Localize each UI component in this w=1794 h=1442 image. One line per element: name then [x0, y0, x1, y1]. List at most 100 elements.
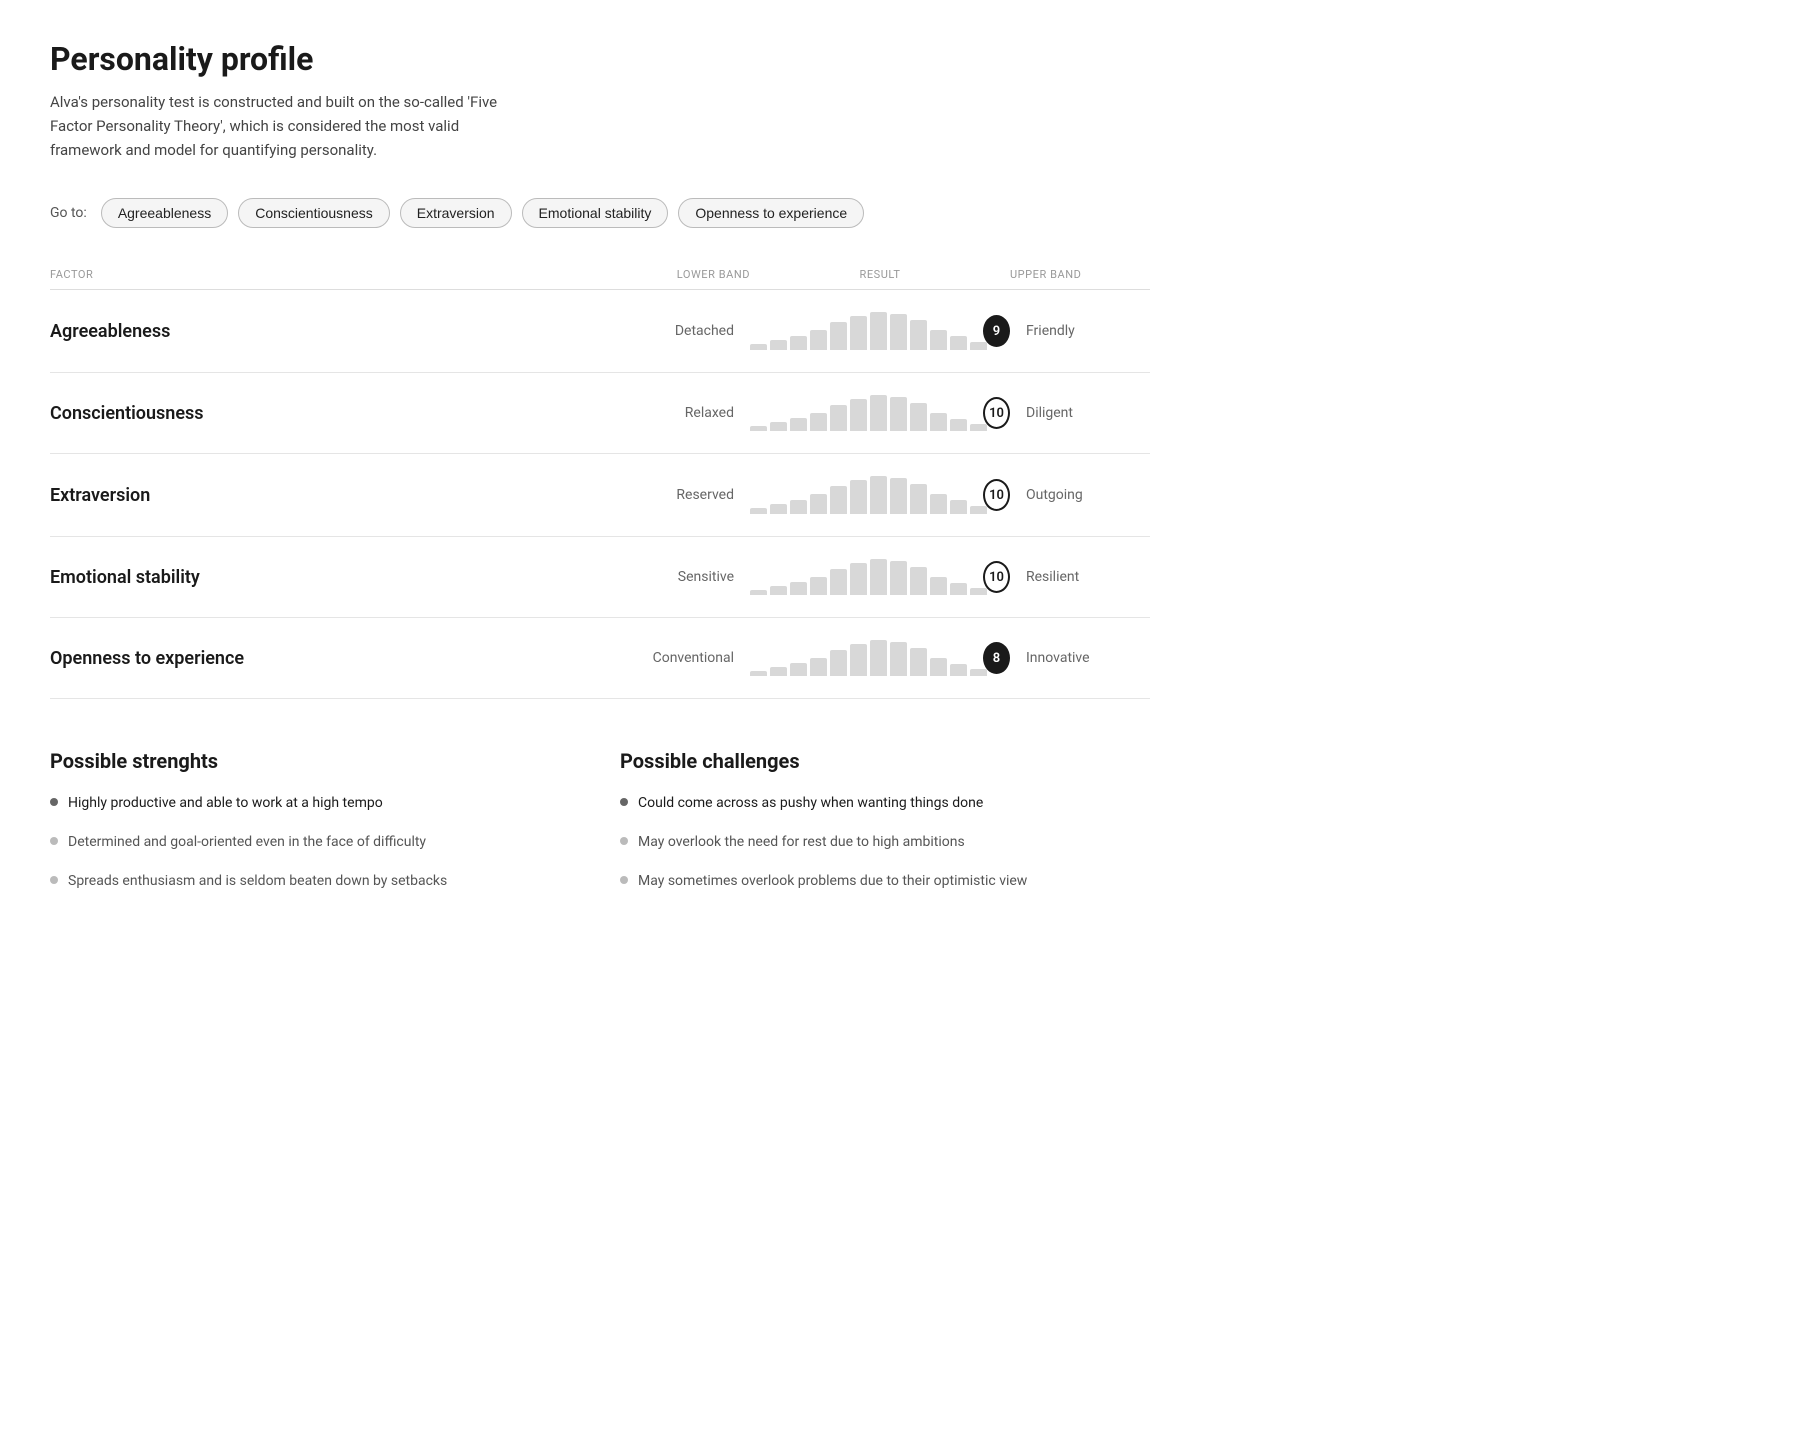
bar-0-0	[750, 344, 767, 350]
strengths-list: Highly productive and able to work at a …	[50, 793, 580, 892]
factor-chart-3: 10	[750, 559, 1010, 595]
bar-0-9	[930, 330, 947, 350]
bar-3-1	[770, 586, 787, 595]
bar-1-3	[810, 413, 827, 431]
goto-btn-agreeableness[interactable]: Agreeableness	[101, 198, 228, 228]
bar-0-1	[770, 340, 787, 350]
bar-0-8	[910, 320, 927, 350]
strength-item-0: Highly productive and able to work at a …	[50, 793, 580, 814]
bar-0-3	[810, 330, 827, 350]
score-badge-2: 10	[983, 479, 1010, 511]
goto-btn-openness[interactable]: Openness to experience	[678, 198, 864, 228]
bar-1-2	[790, 418, 807, 431]
bar-3-7	[890, 561, 907, 595]
col-header-lower: LOWER BAND	[330, 268, 750, 281]
challenges-section: Possible challenges Could come across as…	[620, 749, 1150, 892]
bar-3-3	[810, 577, 827, 595]
bar-1-7	[890, 397, 907, 431]
factor-row-1: ConscientiousnessRelaxed10Diligent	[50, 373, 1150, 454]
bar-2-1	[770, 504, 787, 514]
factor-chart-0: 9	[750, 312, 1010, 350]
bars-wrap-1	[750, 395, 987, 431]
goto-btn-extraversion[interactable]: Extraversion	[400, 198, 512, 228]
bars-wrap-3	[750, 559, 987, 595]
bar-4-7	[890, 642, 907, 676]
factor-lower-1: Relaxed	[330, 405, 750, 421]
bar-2-0	[750, 508, 767, 514]
bar-3-0	[750, 590, 767, 595]
strengths-title: Possible strenghts	[50, 749, 580, 773]
bar-2-5	[850, 480, 867, 514]
bar-3-8	[910, 567, 927, 595]
factor-name-4: Openness to experience	[50, 648, 330, 669]
goto-label: Go to:	[50, 205, 87, 221]
bar-3-11	[970, 588, 987, 595]
bar-4-6	[870, 640, 887, 676]
factor-upper-3: Resilient	[1010, 569, 1150, 585]
bar-1-0	[750, 426, 767, 431]
bar-3-9	[930, 577, 947, 595]
challenge-item-2: May sometimes overlook problems due to t…	[620, 871, 1150, 892]
factor-row-0: AgreeablenessDetached9Friendly	[50, 290, 1150, 373]
factor-lower-3: Sensitive	[330, 569, 750, 585]
bar-4-3	[810, 658, 827, 676]
bar-4-2	[790, 663, 807, 676]
bar-1-11	[970, 424, 987, 431]
bar-0-6	[870, 312, 887, 350]
bar-4-1	[770, 667, 787, 676]
factor-name-2: Extraversion	[50, 485, 330, 506]
bar-3-6	[870, 559, 887, 595]
strength-dot-0	[50, 798, 58, 806]
bar-2-8	[910, 484, 927, 514]
bar-1-5	[850, 399, 867, 431]
bar-4-11	[970, 669, 987, 676]
factor-name-1: Conscientiousness	[50, 403, 330, 424]
bar-2-7	[890, 478, 907, 514]
bar-3-2	[790, 582, 807, 595]
page-title: Personality profile	[50, 40, 1150, 78]
bar-2-10	[950, 500, 967, 514]
bar-2-4	[830, 486, 847, 514]
strength-text-2: Spreads enthusiasm and is seldom beaten …	[68, 871, 447, 892]
challenges-list: Could come across as pushy when wanting …	[620, 793, 1150, 892]
factor-row-4: Openness to experienceConventional8Innov…	[50, 618, 1150, 699]
challenge-dot-1	[620, 837, 628, 845]
bottom-section: Possible strenghts Highly productive and…	[50, 749, 1150, 892]
strength-dot-2	[50, 876, 58, 884]
challenge-dot-2	[620, 876, 628, 884]
strength-text-1: Determined and goal-oriented even in the…	[68, 832, 426, 853]
challenge-text-2: May sometimes overlook problems due to t…	[638, 871, 1027, 892]
bar-0-7	[890, 314, 907, 350]
bar-1-6	[870, 395, 887, 431]
factor-name-0: Agreeableness	[50, 321, 330, 342]
bar-4-5	[850, 644, 867, 676]
bars-wrap-2	[750, 476, 987, 514]
challenge-item-1: May overlook the need for rest due to hi…	[620, 832, 1150, 853]
challenge-dot-0	[620, 798, 628, 806]
bar-4-0	[750, 671, 767, 676]
bars-wrap-0	[750, 312, 987, 350]
score-badge-3: 10	[983, 561, 1010, 593]
strength-text-0: Highly productive and able to work at a …	[68, 793, 383, 814]
goto-row: Go to: Agreeableness Conscientiousness E…	[50, 198, 1150, 228]
factor-lower-0: Detached	[330, 323, 750, 339]
factor-chart-1: 10	[750, 395, 1010, 431]
challenge-text-1: May overlook the need for rest due to hi…	[638, 832, 965, 853]
goto-btn-emotional-stability[interactable]: Emotional stability	[522, 198, 669, 228]
bar-3-5	[850, 563, 867, 595]
factor-name-3: Emotional stability	[50, 567, 330, 588]
strength-item-1: Determined and goal-oriented even in the…	[50, 832, 580, 853]
factor-upper-1: Diligent	[1010, 405, 1150, 421]
bar-1-9	[930, 413, 947, 431]
challenges-title: Possible challenges	[620, 749, 1150, 773]
strength-dot-1	[50, 837, 58, 845]
col-header-upper: UPPER BAND	[1010, 268, 1150, 281]
score-badge-0: 9	[983, 315, 1010, 347]
bar-2-2	[790, 500, 807, 514]
goto-btn-conscientiousness[interactable]: Conscientiousness	[238, 198, 390, 228]
bar-0-2	[790, 336, 807, 350]
bar-2-3	[810, 494, 827, 514]
table-header: FACTOR LOWER BAND RESULT UPPER BAND	[50, 268, 1150, 290]
bar-0-11	[970, 342, 987, 350]
factor-upper-4: Innovative	[1010, 650, 1150, 666]
